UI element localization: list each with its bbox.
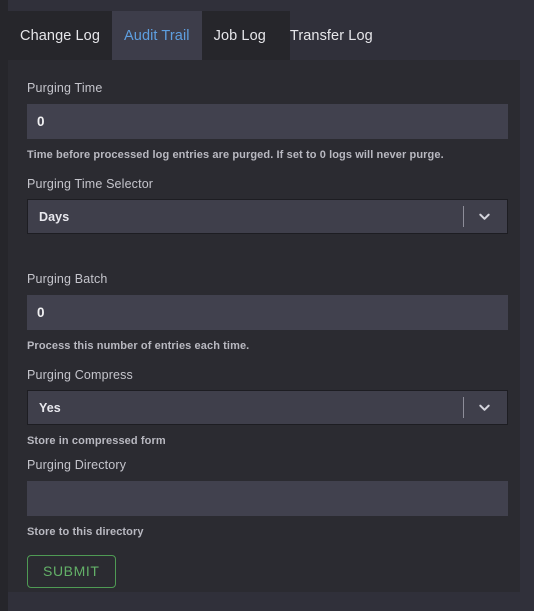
purging-time-help: Time before processed log entries are pu… bbox=[27, 148, 444, 161]
submit-button[interactable]: SUBMIT bbox=[27, 554, 116, 588]
purging-directory-label: Purging Directory bbox=[27, 458, 127, 472]
tab-change-log-label: Change Log bbox=[20, 27, 101, 44]
purging-time-label: Purging Time bbox=[27, 81, 103, 95]
purging-batch-label: Purging Batch bbox=[27, 272, 108, 286]
purging-time-input[interactable] bbox=[27, 103, 508, 139]
tab-job-log-label: Job Log bbox=[213, 27, 266, 44]
select-separator bbox=[463, 206, 464, 227]
tab-audit-trail[interactable]: Audit Trail bbox=[112, 11, 202, 60]
field-purging-batch: Purging Batch Process this number of ent… bbox=[27, 272, 508, 352]
field-purging-compress: Purging Compress Yes Store in compressed… bbox=[27, 367, 508, 448]
purging-compress-label: Purging Compress bbox=[27, 367, 133, 382]
purging-compress-value: Yes bbox=[39, 400, 61, 415]
tab-transfer-log[interactable]: Transfer Log bbox=[278, 11, 385, 60]
purging-batch-help: Process this number of entries each time… bbox=[27, 339, 250, 352]
left-gutter bbox=[0, 0, 8, 611]
field-purging-time: Purging Time Time before processed log e… bbox=[27, 81, 508, 161]
purging-time-selector-value: Days bbox=[39, 209, 70, 224]
purging-directory-help: Store to this directory bbox=[27, 525, 144, 538]
purging-compress-dropdown[interactable]: Yes bbox=[27, 390, 508, 425]
chevron-down-icon bbox=[475, 200, 493, 233]
form-actions: SUBMIT bbox=[27, 552, 501, 588]
select-separator bbox=[463, 397, 464, 418]
purging-compress-help: Store in compressed form bbox=[27, 435, 166, 447]
purging-batch-input[interactable] bbox=[27, 294, 508, 330]
tab-job-log[interactable]: Job Log bbox=[202, 11, 278, 60]
field-purging-directory: Purging Directory Store to this director… bbox=[27, 458, 508, 538]
chevron-down-icon bbox=[475, 391, 493, 424]
audit-trail-settings-page: Change Log Audit Trail Job Log Transfer … bbox=[0, 0, 534, 611]
tab-change-log[interactable]: Change Log bbox=[8, 11, 112, 60]
purging-directory-input[interactable] bbox=[27, 480, 508, 516]
log-tabs: Change Log Audit Trail Job Log Transfer … bbox=[8, 11, 373, 60]
purging-settings-form: Purging Time Time before processed log e… bbox=[8, 60, 520, 588]
purging-time-selector-label: Purging Time Selector bbox=[27, 176, 154, 191]
purging-time-selector-dropdown[interactable]: Days bbox=[27, 199, 508, 234]
tab-audit-trail-label: Audit Trail bbox=[124, 27, 190, 44]
tab-transfer-log-label: Transfer Log bbox=[289, 27, 373, 44]
field-purging-time-selector: Purging Time Selector Days bbox=[27, 176, 508, 257]
audit-trail-panel: Purging Time Time before processed log e… bbox=[8, 60, 520, 592]
